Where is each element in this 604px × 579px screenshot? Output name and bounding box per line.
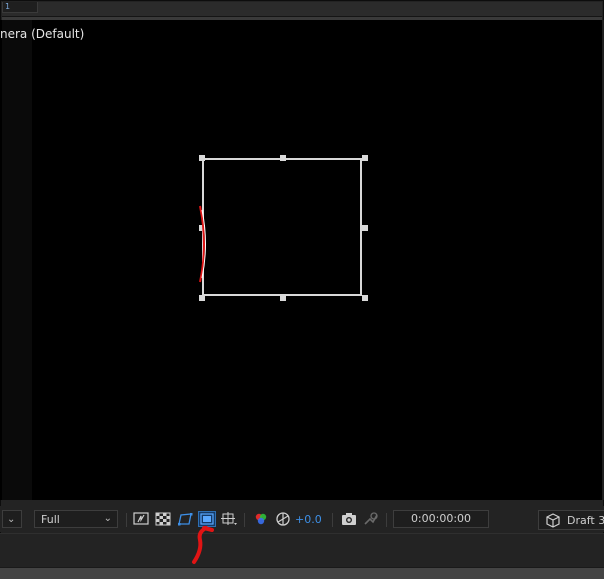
viewer-toolbar: ⌄ Full ⌄ +0.0 0:00:00:00 Draft 3 [0,506,604,532]
red-curve-shape [199,205,206,283]
toolbar-divider [244,513,245,527]
toolbar-divider [126,513,127,527]
current-time-display[interactable]: 0:00:00:00 [393,510,489,528]
grid-guides-icon[interactable] [221,512,237,526]
reset-exposure-icon[interactable] [275,512,291,526]
draft-3d-cube-icon [546,513,560,528]
transform-handle-top-center[interactable] [280,155,286,161]
transform-handle-top-left[interactable] [199,155,205,161]
magnification-dropdown[interactable]: ⌄ [2,510,22,528]
show-snapshot-icon[interactable] [363,512,379,526]
transform-handle-top-right[interactable] [362,155,368,161]
transform-handle-middle-right[interactable] [362,225,368,231]
selected-layer-bounding-box[interactable] [202,158,362,296]
red-arrow-annotation [192,526,214,564]
toolbar-divider [332,513,333,527]
exposure-value[interactable]: +0.0 [295,513,322,526]
top-panel-strip: 1 [2,2,602,17]
toolbar-divider [386,513,387,527]
draft-3d-label: Draft 3D [567,514,604,527]
fast-previews-icon[interactable] [133,512,149,526]
resolution-dropdown[interactable]: Full ⌄ [34,510,118,528]
chevron-down-icon: ⌄ [103,513,112,524]
composition-viewer[interactable]: nera (Default) [0,20,604,500]
color-channels-icon[interactable] [253,512,269,526]
lower-panel [0,533,604,568]
active-camera-label: nera (Default) [0,27,85,41]
draft-3d-button[interactable]: Draft 3D [538,510,604,530]
resolution-value: Full [41,513,60,526]
chevron-down-icon: ⌄ [7,514,16,525]
camera-snapshot-icon[interactable] [341,512,357,526]
composition-tab-label: 1 [5,2,11,11]
viewer-left-margin [2,20,32,500]
horizontal-scrollbar[interactable] [0,567,604,579]
transform-handle-bottom-left[interactable] [199,295,205,301]
transform-handle-bottom-right[interactable] [362,295,368,301]
transform-handle-bottom-center[interactable] [280,295,286,301]
composition-tab[interactable]: 1 [2,2,38,13]
transparency-grid-icon[interactable] [155,512,171,526]
